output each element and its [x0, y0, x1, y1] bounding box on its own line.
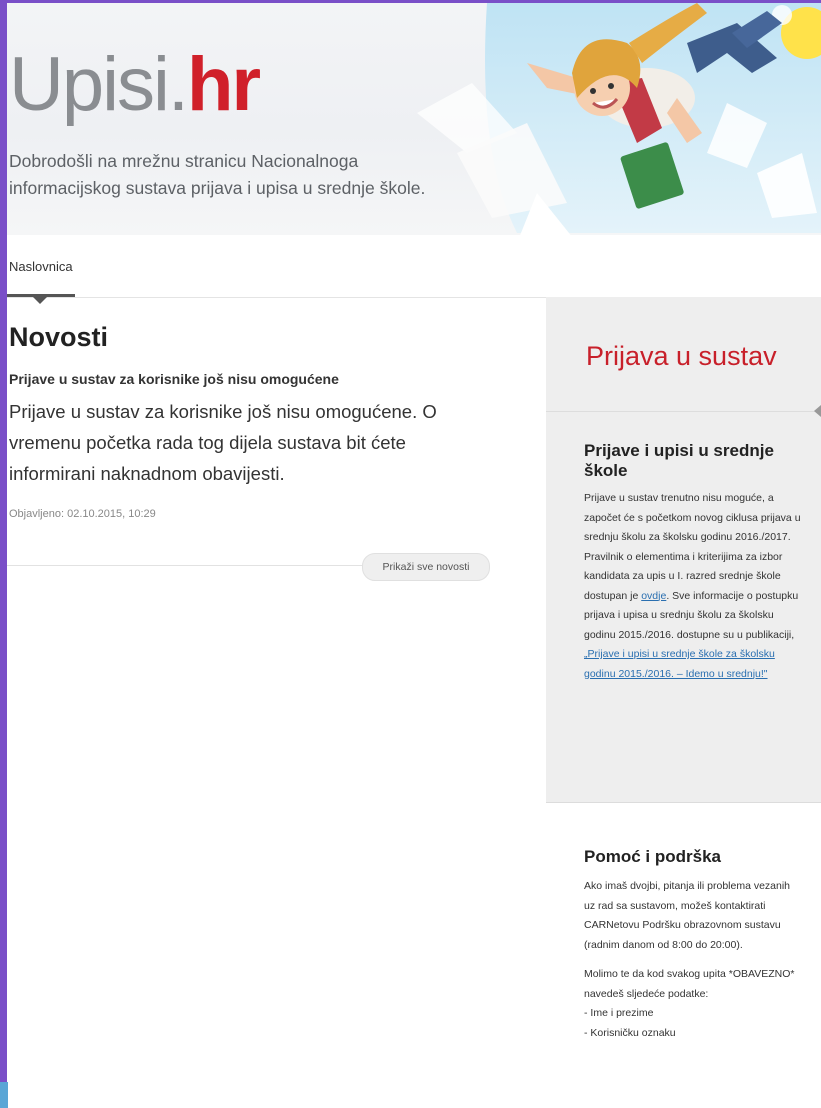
support-paragraph-1: Ako imaš dvojbi, pitanja ili problema ve…	[584, 880, 791, 951]
support-section-text: Ako imaš dvojbi, pitanja ili problema ve…	[584, 877, 799, 1053]
enroll-section-text: Prijave u sustav trenutno nisu moguće, a…	[584, 489, 804, 684]
support-section-title: Pomoć i podrška	[584, 847, 721, 866]
login-panel: Prijava u sustav Prijave i upisi u sredn…	[546, 297, 821, 803]
nav-active-notch	[33, 297, 47, 304]
site-header: Upisi.hr Dobrodošli na mrežnu stranicu N…	[7, 3, 821, 235]
enroll-text-part1: Prijave u sustav trenutno nisu moguće, a…	[584, 492, 801, 602]
support-list-item: - Ime i prezime	[584, 1007, 654, 1019]
news-heading: Novosti	[9, 322, 109, 352]
window-frame-left	[0, 0, 7, 1108]
login-divider	[546, 411, 821, 412]
main-navigation: Naslovnica	[7, 235, 821, 304]
hero-illustration	[417, 3, 821, 235]
window-corner	[0, 1082, 8, 1108]
collapse-arrow-icon[interactable]	[814, 405, 821, 417]
logo-text-upisi: Upisi.	[9, 42, 189, 127]
news-item-body: Prijave u sustav za korisnike još nisu o…	[9, 401, 437, 484]
support-list-item: - Korisničku oznaku	[584, 1026, 676, 1039]
site-tagline: Dobrodošli na mrežnu stranicu Nacionalno…	[9, 151, 426, 198]
show-all-news-button[interactable]: Prikaži sve novosti	[362, 553, 490, 581]
support-paragraph-2: Molimo te da kod svakog upita *OBAVEZNO*…	[584, 965, 799, 1043]
support-paragraph-2-text: Molimo te da kod svakog upita *OBAVEZNO*…	[584, 968, 795, 1000]
enroll-section-title: Prijave i upisi u srednje škole	[584, 441, 774, 480]
login-title[interactable]: Prijava u sustav	[586, 341, 777, 372]
sidebar: Prijava u sustav Prijave i upisi u sredn…	[546, 297, 821, 1108]
nav-item-naslovnica[interactable]: Naslovnica	[9, 259, 73, 274]
news-item-date: Objavljeno: 02.10.2015, 10:29	[9, 508, 156, 520]
logo-text-hr: hr	[187, 42, 261, 127]
regulation-link[interactable]: ovdje	[641, 590, 666, 602]
site-logo[interactable]: Upisi.hr	[9, 47, 261, 123]
publication-link[interactable]: „Prijave i upisi u srednje škole za škol…	[584, 648, 775, 680]
news-item-title[interactable]: Prijave u sustav za korisnike još nisu o…	[9, 371, 339, 387]
